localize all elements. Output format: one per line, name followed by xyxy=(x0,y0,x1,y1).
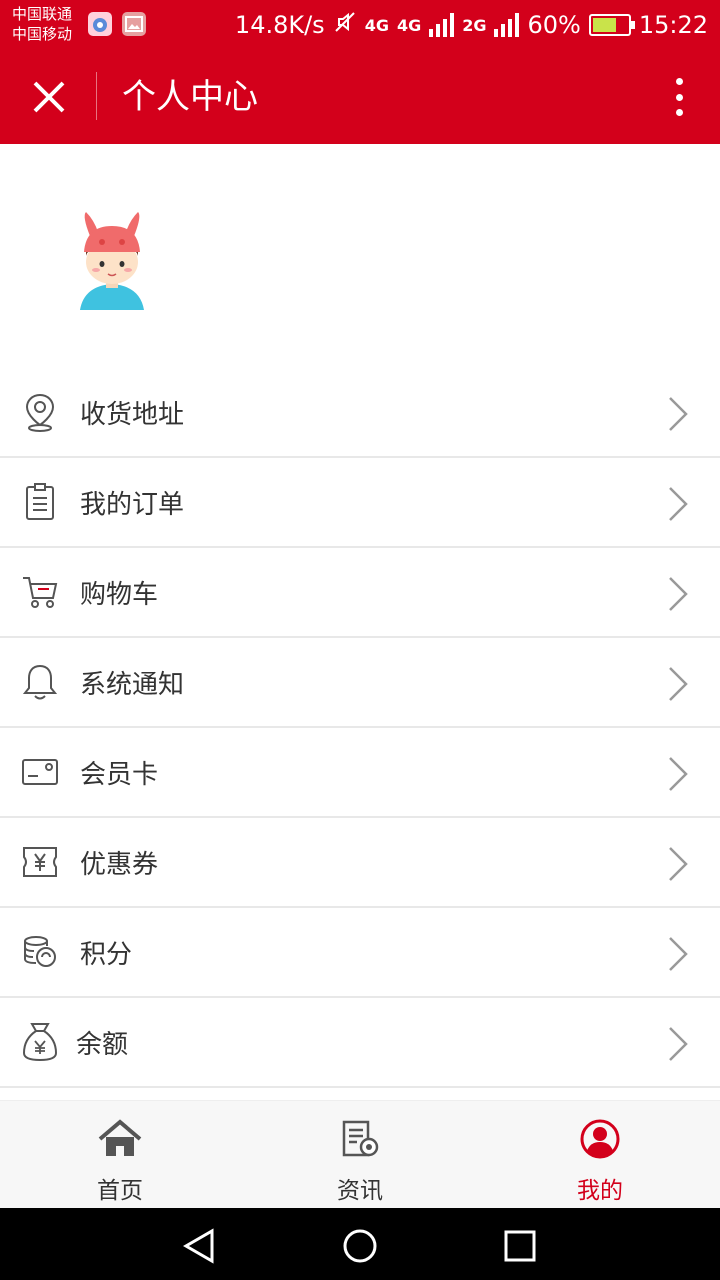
chevron-right-icon xyxy=(669,577,688,611)
chevron-right-icon xyxy=(669,1027,688,1061)
carrier-2: 中国移动 xyxy=(12,25,73,43)
nav-label: 资讯 xyxy=(337,1178,383,1204)
battery-icon xyxy=(588,14,635,36)
menu-item-notifications[interactable]: 系统通知 xyxy=(0,638,720,728)
app-bar: 个人中心 xyxy=(0,50,720,144)
menu-item-points[interactable]: 积分 xyxy=(0,908,720,998)
clock: 15:22 xyxy=(638,11,708,39)
cart-icon xyxy=(18,570,62,614)
news-icon xyxy=(338,1117,382,1161)
network-type-1: 4G xyxy=(364,15,389,35)
menu-item-label: 积分 xyxy=(80,939,133,970)
more-dot xyxy=(675,109,683,116)
clipboard-icon xyxy=(18,480,62,524)
menu-item-label: 余额 xyxy=(76,1029,129,1060)
recents-button[interactable] xyxy=(500,1226,540,1266)
network-type-3: 2G xyxy=(462,15,487,35)
menu-item-label: 收货地址 xyxy=(80,399,185,430)
chevron-right-icon xyxy=(669,937,688,971)
user-icon xyxy=(578,1117,622,1161)
status-right: 14.8K/s 4G 4G 2G 60% 15:22 xyxy=(235,0,708,50)
menu-list: 收货地址 我的订单 购物车 系统通知 会员卡 优惠券 积分 余额 xyxy=(0,368,720,1088)
gallery-notification-icon xyxy=(122,12,146,36)
nav-label: 首页 xyxy=(97,1178,143,1204)
coins-icon xyxy=(18,930,62,974)
chevron-right-icon xyxy=(669,667,688,701)
close-icon xyxy=(33,81,65,113)
carrier-1: 中国联通 xyxy=(12,5,73,23)
menu-item-orders[interactable]: 我的订单 xyxy=(0,458,720,548)
chevron-right-icon xyxy=(669,397,688,431)
title-divider xyxy=(96,72,97,120)
carrier-info: 中国联通 中国移动 xyxy=(12,4,72,44)
system-navigation-bar xyxy=(0,1208,720,1280)
menu-item-label: 我的订单 xyxy=(80,489,185,520)
menu-item-membership-card[interactable]: 会员卡 xyxy=(0,728,720,818)
back-button[interactable] xyxy=(180,1226,220,1266)
nav-item-home[interactable]: 首页 xyxy=(0,1101,240,1208)
recents-icon xyxy=(504,1230,536,1262)
menu-item-cart[interactable]: 购物车 xyxy=(0,548,720,638)
home-circle-icon xyxy=(343,1229,377,1263)
status-bar: 中国联通 中国移动 14.8K/s 4G 4G 2G 60% 15:22 xyxy=(0,0,720,50)
page-title: 个人中心 xyxy=(122,77,258,117)
bottom-navigation: 首页 资讯 我的 xyxy=(0,1100,720,1208)
chevron-right-icon xyxy=(669,487,688,521)
menu-item-balance[interactable]: 余额 xyxy=(0,998,720,1088)
menu-item-label: 优惠券 xyxy=(80,849,159,880)
home-icon xyxy=(98,1117,142,1161)
coupon-icon xyxy=(18,840,62,884)
chevron-right-icon xyxy=(669,847,688,881)
network-type-2: 4G xyxy=(396,15,422,35)
back-icon xyxy=(182,1228,214,1264)
money-bag-icon xyxy=(18,1020,62,1064)
menu-item-label: 会员卡 xyxy=(80,759,159,790)
menu-item-label: 购物车 xyxy=(80,579,159,610)
home-button[interactable] xyxy=(340,1226,380,1266)
nav-item-me[interactable]: 我的 xyxy=(480,1101,720,1208)
menu-item-address[interactable]: 收货地址 xyxy=(0,368,720,458)
chevron-right-icon xyxy=(669,757,688,791)
network-speed: 14.8K/s xyxy=(234,11,325,39)
mute-icon xyxy=(333,10,357,40)
avatar[interactable] xyxy=(72,206,152,316)
menu-item-coupons[interactable]: 优惠券 xyxy=(0,818,720,908)
signal-icon-2 xyxy=(494,13,520,37)
more-dot xyxy=(675,93,683,101)
card-icon xyxy=(18,750,62,794)
nav-label: 我的 xyxy=(577,1178,623,1204)
battery-percent: 60% xyxy=(527,11,581,39)
bell-icon xyxy=(18,660,62,704)
more-dot xyxy=(675,78,683,85)
close-button[interactable] xyxy=(22,70,76,124)
location-icon xyxy=(18,390,62,434)
signal-icon xyxy=(429,13,455,37)
more-options-button[interactable] xyxy=(664,72,694,122)
notification-app-icon xyxy=(88,12,112,36)
nav-item-news[interactable]: 资讯 xyxy=(240,1101,480,1208)
menu-item-label: 系统通知 xyxy=(80,669,185,700)
